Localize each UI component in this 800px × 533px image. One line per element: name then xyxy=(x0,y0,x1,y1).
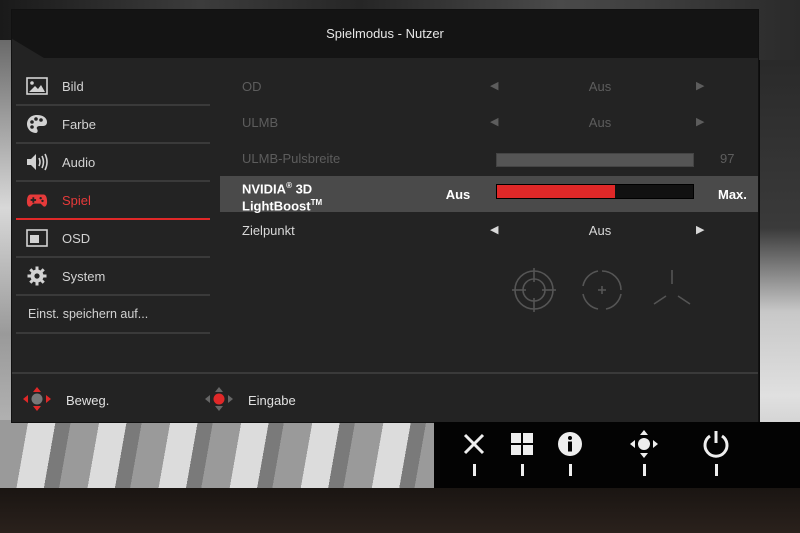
background-right xyxy=(760,60,800,480)
sidebar-item-spiel[interactable]: Spiel xyxy=(16,182,210,220)
arrow-right-icon[interactable]: ▶ xyxy=(696,79,704,92)
sidebar-item-label: System xyxy=(62,268,106,284)
footer-enter-hint: Eingabe xyxy=(204,386,296,415)
button-marker xyxy=(715,464,718,476)
sidebar-item-system[interactable]: System xyxy=(16,258,210,296)
setting-value: Aus xyxy=(588,115,612,130)
sidebar-item-label: Bild xyxy=(62,78,84,94)
sidebar-item-farbe[interactable]: Farbe xyxy=(16,106,210,144)
button-marker xyxy=(569,464,572,476)
setting-row-crosshair[interactable]: Zielpunkt ◀ Aus ▶ xyxy=(220,212,758,248)
gamepad-icon xyxy=(26,189,48,211)
sidebar-item-label: Audio xyxy=(62,154,96,170)
picture-icon xyxy=(26,75,48,97)
footer-move-hint: Beweg. xyxy=(22,386,109,415)
sidebar-item-osd[interactable]: OSD xyxy=(16,220,210,258)
button-marker xyxy=(473,464,476,476)
slider-value: 97 xyxy=(720,151,735,166)
grid-icon xyxy=(506,430,538,458)
button-marker xyxy=(521,464,524,476)
sidebar-item-label: Farbe xyxy=(62,116,96,132)
power-icon xyxy=(700,430,732,458)
hw-button-joystick[interactable] xyxy=(628,430,660,480)
arrow-left-icon[interactable]: ◀ xyxy=(490,223,498,236)
hw-button-close[interactable] xyxy=(458,430,490,480)
gear-icon xyxy=(26,265,48,287)
setting-row-ulmb-pulse-width[interactable]: ULMB-Pulsbreite 97 xyxy=(220,140,758,176)
sidebar-item-label: Spiel xyxy=(62,192,91,208)
joystick-icon xyxy=(628,430,660,458)
monitor-bezel xyxy=(0,488,800,533)
slider-max-label: Max. xyxy=(718,187,747,202)
setting-row-lightboost[interactable]: NVIDIA® 3D LightBoostTM Aus Max. xyxy=(220,176,758,214)
close-icon xyxy=(458,430,490,458)
setting-row-ulmb[interactable]: ULMB ◀ Aus ▶ xyxy=(220,104,758,140)
background-bottom xyxy=(0,420,440,490)
speaker-icon xyxy=(26,151,48,173)
footer-move-label: Beweg. xyxy=(66,393,110,408)
sidebar-item-bild[interactable]: Bild xyxy=(16,68,210,106)
hw-button-menu[interactable] xyxy=(506,430,538,480)
monitor-button-bar xyxy=(434,422,800,488)
slider-min-label: Aus xyxy=(445,187,471,202)
sidebar-item-audio[interactable]: Audio xyxy=(16,144,210,182)
setting-value: Aus xyxy=(588,79,612,94)
osd-title: Spielmodus - Nutzer xyxy=(326,26,444,41)
joystick-move-icon xyxy=(22,386,52,415)
setting-row-od[interactable]: OD ◀ Aus ▶ xyxy=(220,68,758,104)
hw-button-info[interactable] xyxy=(554,430,586,480)
setting-value: Aus xyxy=(588,223,612,238)
hw-button-power[interactable] xyxy=(700,430,732,480)
setting-label: Zielpunkt xyxy=(242,223,295,238)
sidebar-item-save-settings[interactable]: Einst. speichern auf... xyxy=(16,296,210,334)
setting-label: NVIDIA® 3D LightBoostTM xyxy=(242,181,323,214)
osd-footer: Beweg. Eingabe xyxy=(12,372,758,424)
crosshair-option-3-icon[interactable] xyxy=(650,268,694,312)
button-marker xyxy=(643,464,646,476)
crosshair-option-1-icon[interactable] xyxy=(512,268,556,312)
sidebar: Bild Farbe Audio Spiel OSD System Einst.… xyxy=(16,68,210,334)
setting-label: OD xyxy=(242,79,262,94)
lightboost-slider[interactable] xyxy=(496,184,694,199)
arrow-right-icon[interactable]: ▶ xyxy=(696,115,704,128)
info-icon xyxy=(554,430,586,458)
arrow-left-icon[interactable]: ◀ xyxy=(490,79,498,92)
setting-label: ULMB-Pulsbreite xyxy=(242,151,341,166)
ulmb-pulse-slider[interactable] xyxy=(496,153,694,167)
arrow-right-icon[interactable]: ▶ xyxy=(696,223,704,236)
sidebar-item-label: Einst. speichern auf... xyxy=(28,307,149,321)
arrow-left-icon[interactable]: ◀ xyxy=(490,115,498,128)
crosshair-option-2-icon[interactable] xyxy=(580,268,624,312)
setting-label: ULMB xyxy=(242,115,279,130)
palette-icon xyxy=(26,113,48,135)
footer-enter-label: Eingabe xyxy=(248,393,296,408)
osd-window-icon xyxy=(26,227,48,249)
osd-menu: Spielmodus - Nutzer Bild Farbe Audio Spi… xyxy=(12,10,758,422)
settings-panel: OD ◀ Aus ▶ ULMB ◀ Aus ▶ ULMB-Pulsbreite … xyxy=(220,68,758,248)
sidebar-item-label: OSD xyxy=(62,230,91,246)
joystick-enter-icon xyxy=(204,386,234,415)
